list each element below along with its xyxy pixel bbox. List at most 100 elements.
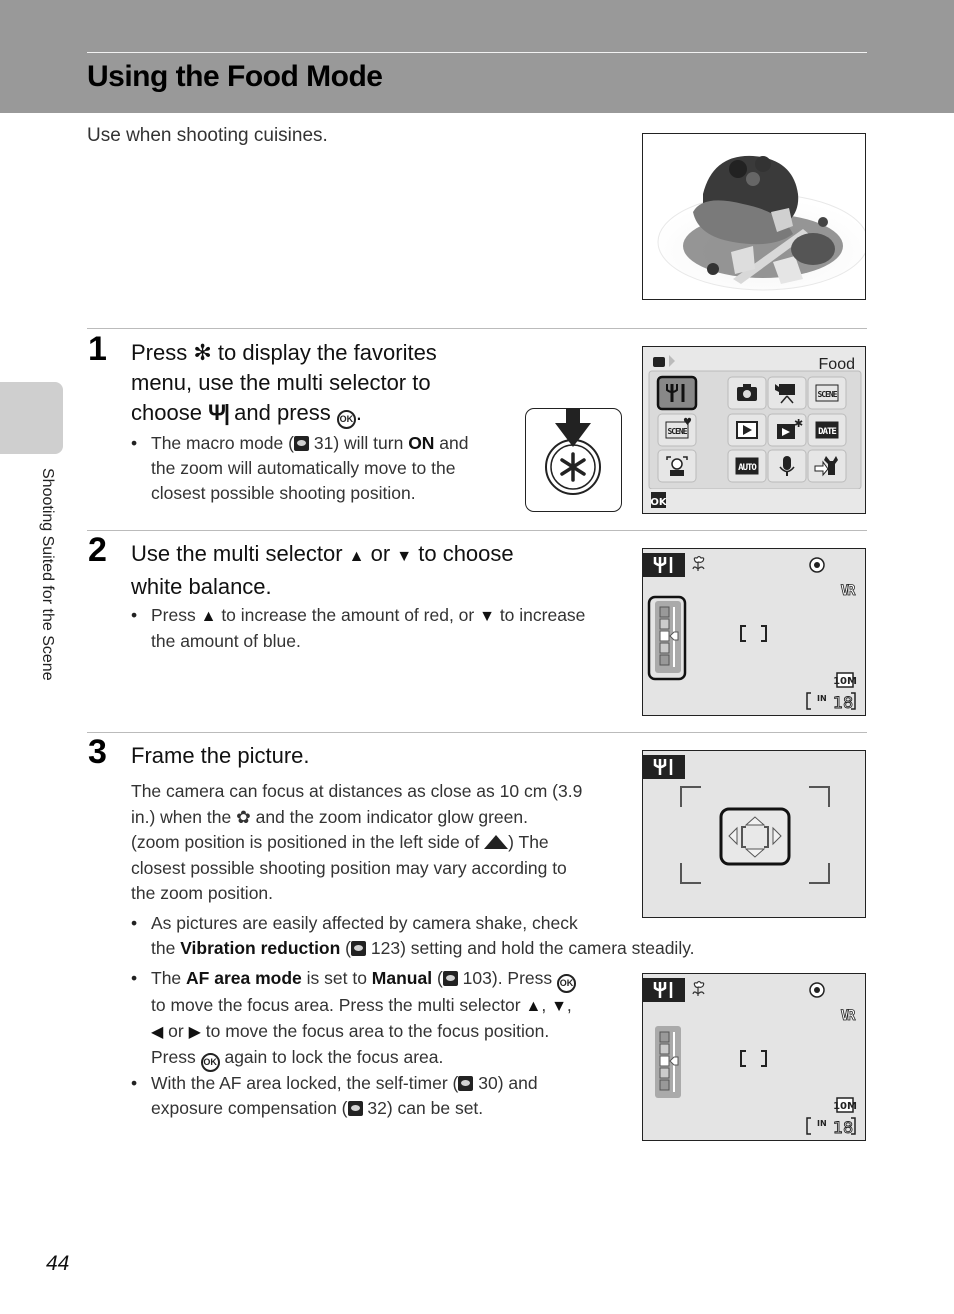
step-1-heading: Press ✻ to display the favorites menu, u… <box>131 338 511 429</box>
focus-locked-screen: VR 10M IN 18 <box>642 973 866 1141</box>
favorites-button-figure <box>525 401 622 512</box>
ok-button-icon: OK <box>557 974 577 993</box>
step-2-number: 2 <box>88 531 107 569</box>
camera-mode-icon <box>653 357 665 367</box>
svg-text:10M: 10M <box>833 1101 857 1112</box>
svg-text:SCENE: SCENE <box>817 390 837 399</box>
wb-step <box>659 606 670 618</box>
svg-text:IN: IN <box>817 1119 827 1128</box>
menu-cell-voice <box>767 449 807 483</box>
step-2-heading: Use the multi selector ▲ or ▼ to choose … <box>131 541 514 599</box>
up-arrow-icon: ▲ <box>348 548 365 565</box>
step-3-bullet-af: The AF area mode is set to Manual ( 103)… <box>131 966 611 1072</box>
intro-text: Use when shooting cuisines. <box>87 125 328 146</box>
vr-icon: VR <box>841 1008 856 1024</box>
svg-text:OK: OK <box>650 497 668 508</box>
page-number: 44 <box>46 1252 70 1275</box>
food-mode-icon: Ψ| <box>208 400 230 425</box>
left-arrow-icon: ◀ <box>151 1024 164 1041</box>
svg-text:SCENE: SCENE <box>667 427 687 436</box>
step-3-bullet-vr: As pictures are easily affected by camer… <box>131 911 771 961</box>
step-1-bullet: The macro mode ( 31) will turn ON and th… <box>131 431 511 506</box>
svg-text:AUTO: AUTO <box>738 463 757 473</box>
menu-cell-date: DATE <box>807 413 847 447</box>
up-arrow-icon: ▲ <box>200 608 217 625</box>
menu-cell-movie <box>767 376 807 410</box>
page-title: Using the Food Mode <box>87 60 383 93</box>
wb-step <box>659 654 670 666</box>
svg-text:10M: 10M <box>833 676 857 687</box>
menu-cell-scene: SCENE <box>807 376 847 410</box>
menu-cell-blog: ✱ <box>767 413 807 447</box>
wb-step <box>659 1031 670 1043</box>
up-arrow-icon: ▲ <box>525 998 542 1015</box>
wb-step <box>659 1079 670 1091</box>
ok-button-icon: OK <box>200 1053 220 1072</box>
down-arrow-icon: ▼ <box>479 608 495 625</box>
page-reference-icon <box>442 971 458 986</box>
playback-icon <box>736 421 758 439</box>
white-balance-screen: VR 10M IN 18 <box>642 548 866 716</box>
header-rule <box>87 52 867 53</box>
macro-flower-icon <box>692 980 705 996</box>
step-3-heading: Frame the picture. <box>131 743 310 768</box>
svg-text:IN: IN <box>817 694 827 703</box>
svg-text:18: 18 <box>833 693 853 712</box>
wb-step <box>659 1043 670 1055</box>
chapter-tab <box>0 382 63 454</box>
food-plate-image <box>643 134 865 299</box>
header-band <box>0 0 954 113</box>
menu-cell-portrait <box>657 449 697 483</box>
menu-cell-auto: AUTO <box>727 449 767 483</box>
wb-step <box>659 618 670 630</box>
auto-icon: AUTO <box>735 457 759 475</box>
macro-flower-icon: ✿ <box>236 806 251 827</box>
step-3-paragraph: The camera can focus at distances as clo… <box>131 781 583 903</box>
step-2-divider <box>87 530 867 531</box>
page-reference-icon <box>293 436 309 451</box>
step-1-number: 1 <box>88 330 107 368</box>
focus-brackets <box>740 1050 767 1067</box>
wb-step <box>659 642 670 654</box>
down-arrow-icon: ▼ <box>396 548 413 565</box>
date-icon: DATE <box>815 421 839 439</box>
chapter-label: Shooting Suited for the Scene <box>39 468 56 681</box>
memory-shots-indicator: IN 18 <box>806 1117 856 1137</box>
page-reference-icon <box>458 1076 474 1091</box>
focus-area-screen <box>642 750 866 918</box>
wb-step <box>659 1067 670 1079</box>
memory-shots-indicator: IN 18 <box>806 692 856 712</box>
step-3-number: 3 <box>88 733 107 771</box>
menu-cell-food <box>656 375 698 411</box>
menu-cell-setup <box>807 449 847 483</box>
menu-cell-camera <box>727 376 767 410</box>
svg-text:✱: ✱ <box>794 417 803 430</box>
down-arrow-icon: ▼ <box>551 998 567 1015</box>
svg-text:DATE: DATE <box>818 427 836 437</box>
svg-text:18: 18 <box>833 1118 853 1137</box>
wb-step <box>659 630 670 642</box>
vibration-icon <box>809 557 825 573</box>
mountain-icon <box>484 835 509 849</box>
food-photo <box>642 133 866 300</box>
vibration-icon <box>809 982 825 998</box>
step-3-bullet-lock: With the AF area locked, the self-timer … <box>131 1071 611 1121</box>
menu-title: Food <box>819 356 855 373</box>
right-arrow-icon: ▶ <box>188 1024 201 1041</box>
wb-step <box>659 1055 670 1067</box>
focus-brackets <box>740 625 767 642</box>
page-reference-icon <box>351 941 367 956</box>
menu-star-icon: ✻ <box>193 340 212 365</box>
image-size-icon: 10M <box>833 672 857 688</box>
step-3-divider <box>87 732 867 733</box>
vr-icon: VR <box>841 583 856 599</box>
macro-flower-icon <box>692 555 705 571</box>
step-2-bullet: Press ▲ to increase the amount of red, o… <box>131 603 621 654</box>
page-reference-icon <box>347 1101 363 1116</box>
menu-cell-playback <box>727 413 767 447</box>
menu-cell-scene-favorite: ♥SCENE <box>657 413 697 447</box>
ok-button-icon: OK <box>336 410 356 429</box>
step-1-divider <box>87 328 867 329</box>
favorites-menu-screen: Food OK SCENE ♥ SCENE ✱ DATE AUTO <box>642 346 866 514</box>
image-size-icon: 10M <box>833 1097 857 1113</box>
